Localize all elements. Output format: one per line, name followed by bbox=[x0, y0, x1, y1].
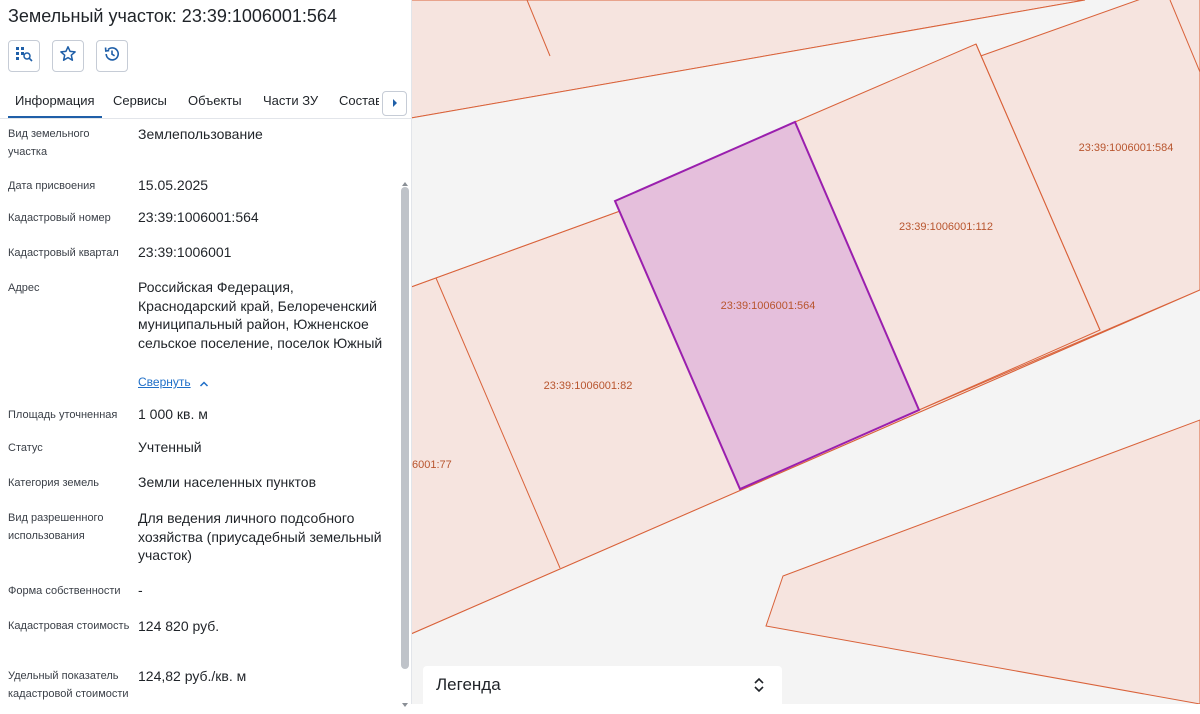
parcel-label-82: 23:39:1006001:82 bbox=[544, 380, 633, 392]
legend-title: Легенда bbox=[436, 675, 501, 694]
history-icon bbox=[103, 45, 121, 68]
scrollbar-thumb[interactable] bbox=[401, 187, 409, 669]
row-value: Землепользование bbox=[138, 126, 263, 142]
row-value: Земли населенных пунктов bbox=[138, 474, 317, 490]
info-rows: Вид земельного участка Землепользование … bbox=[0, 119, 398, 704]
row-value: Учтенный bbox=[138, 439, 202, 455]
tab-parts[interactable]: Части ЗУ bbox=[263, 86, 318, 116]
row-value: Российская Федерация, Краснодарский край… bbox=[138, 279, 383, 351]
tabs-next-button[interactable] bbox=[382, 91, 407, 116]
map-search-icon bbox=[14, 44, 34, 69]
tab-information[interactable]: Информация bbox=[8, 86, 102, 118]
row-value: - bbox=[138, 582, 143, 598]
row-value: 1 000 кв. м bbox=[138, 406, 208, 422]
collapse-link[interactable]: Свернуть bbox=[138, 375, 191, 389]
row-value: 124 820 руб. bbox=[138, 618, 220, 634]
row-value: 23:39:1006001:564 bbox=[138, 209, 259, 225]
caret-right-icon bbox=[391, 95, 399, 113]
tab-services[interactable]: Сервисы bbox=[113, 86, 167, 116]
row-label: Форма собственности bbox=[8, 585, 121, 597]
locate-on-map-button[interactable] bbox=[8, 40, 40, 72]
row-label: Вид разрешенного использования bbox=[8, 512, 104, 542]
parcel-label-77: 6001:77 bbox=[412, 459, 452, 471]
row-value: 124,82 руб./кв. м bbox=[138, 668, 247, 684]
row-label: Удельный показатель кадастровой стоимост… bbox=[8, 670, 129, 700]
tab-composition[interactable]: Состав bbox=[339, 86, 379, 116]
chevron-up-icon[interactable] bbox=[199, 376, 209, 394]
tab-bar: Информация Сервисы Объекты Части ЗУ Сост… bbox=[0, 86, 411, 119]
row-label: Статус bbox=[8, 442, 43, 454]
row-label: Площадь уточненная bbox=[8, 409, 118, 421]
row-label: Адрес bbox=[8, 282, 40, 294]
panel-title: Земельный участок: 23:39:1006001:564 bbox=[8, 6, 337, 26]
row-label: Дата присвоения bbox=[8, 180, 96, 192]
parcel-label-564: 23:39:1006001:564 bbox=[721, 300, 816, 312]
history-button[interactable] bbox=[96, 40, 128, 72]
row-value: Для ведения личного подсобного хозяйства… bbox=[138, 510, 382, 563]
row-value: 15.05.2025 bbox=[138, 177, 209, 193]
row-label: Кадастровая стоимость bbox=[8, 620, 130, 632]
info-panel: Земельный участок: 23:39:1006001:564 Инф… bbox=[0, 0, 412, 707]
chevron-up-down-icon[interactable] bbox=[752, 676, 766, 694]
row-value: 23:39:1006001 bbox=[138, 244, 232, 260]
favorite-button[interactable] bbox=[52, 40, 84, 72]
row-label: Кадастровый квартал bbox=[8, 247, 119, 259]
map-legend[interactable]: Легенда bbox=[423, 666, 782, 704]
star-icon bbox=[59, 45, 77, 68]
scroll-up-icon[interactable] bbox=[401, 175, 409, 186]
row-label: Вид земельного участка bbox=[8, 128, 90, 158]
scroll-down-icon[interactable] bbox=[401, 696, 409, 707]
tab-objects[interactable]: Объекты bbox=[188, 86, 242, 116]
scrollbar[interactable] bbox=[400, 119, 410, 707]
row-label: Кадастровый номер bbox=[8, 212, 111, 224]
parcel-label-584: 23:39:1006001:584 bbox=[1079, 142, 1174, 154]
row-label: Категория земель bbox=[8, 477, 99, 489]
parcel-label-112: 23:39:1006001:112 bbox=[899, 221, 993, 233]
